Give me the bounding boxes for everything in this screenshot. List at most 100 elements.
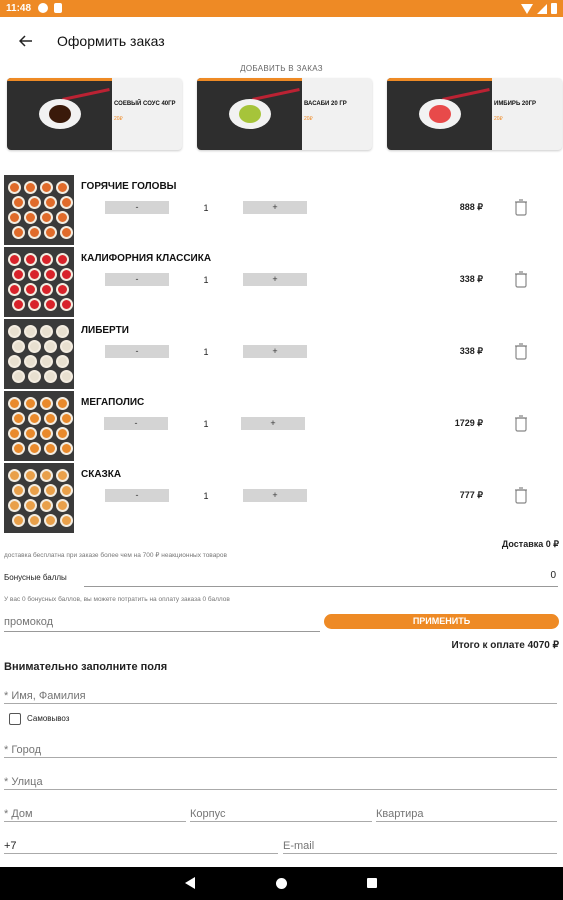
- increase-button[interactable]: +: [243, 489, 307, 502]
- sushi-roll-decor: [24, 469, 37, 482]
- bonus-note: У вас 0 бонусных баллов, вы можете потра…: [4, 596, 230, 603]
- add-to-order-caption: ДОБАВИТЬ В ЗАКАЗ: [240, 64, 323, 73]
- wifi-icon: [521, 3, 533, 14]
- signal-icon: [537, 3, 547, 14]
- cart-item: МЕГАПОЛИС - 1 + 1729 ₽: [0, 391, 563, 461]
- sushi-roll-decor: [24, 283, 37, 296]
- trash-icon[interactable]: [514, 486, 528, 504]
- decrease-button[interactable]: -: [104, 417, 168, 430]
- sushi-roll-decor: [8, 181, 21, 194]
- city-field[interactable]: [4, 738, 557, 758]
- trash-icon[interactable]: [514, 414, 528, 432]
- sushi-roll-decor: [40, 253, 53, 266]
- name-field[interactable]: [4, 684, 557, 704]
- sushi-roll-decor: [24, 253, 37, 266]
- cart-item: КАЛИФОРНИЯ КЛАССИКА - 1 + 338 ₽: [0, 247, 563, 317]
- sushi-roll-decor: [40, 499, 53, 512]
- system-nav-bar: [0, 867, 563, 900]
- sushi-roll-decor: [28, 412, 41, 425]
- sushi-roll-decor: [44, 226, 57, 239]
- sushi-roll-decor: [28, 226, 41, 239]
- trash-icon[interactable]: [514, 198, 528, 216]
- sushi-roll-decor: [40, 325, 53, 338]
- sushi-roll-decor: [44, 196, 57, 209]
- promo-code-input[interactable]: [4, 612, 320, 632]
- sushi-roll-decor: [12, 370, 25, 383]
- sushi-roll-decor: [28, 370, 41, 383]
- sushi-roll-decor: [44, 514, 57, 527]
- app-bar: Оформить заказ: [0, 17, 563, 65]
- increase-button[interactable]: +: [243, 345, 307, 358]
- sushi-roll-decor: [60, 370, 73, 383]
- increase-button[interactable]: +: [243, 201, 307, 214]
- item-name: СКАЗКА: [81, 469, 122, 480]
- apply-promo-button[interactable]: ПРИМЕНИТЬ: [324, 614, 559, 629]
- email-field[interactable]: [283, 834, 557, 854]
- sushi-roll-decor: [28, 514, 41, 527]
- addon-name: ВАСАБИ 20 ГР: [304, 101, 347, 107]
- phone-field[interactable]: [4, 834, 278, 854]
- sushi-roll-decor: [8, 499, 21, 512]
- sushi-roll-decor: [24, 181, 37, 194]
- sushi-roll-decor: [12, 196, 25, 209]
- sushi-roll-decor: [60, 514, 73, 527]
- sushi-roll-decor: [56, 355, 69, 368]
- sushi-roll-decor: [56, 253, 69, 266]
- nav-back-icon[interactable]: [185, 877, 195, 889]
- sushi-roll-decor: [40, 181, 53, 194]
- sushi-roll-decor: [24, 355, 37, 368]
- increase-button[interactable]: +: [241, 417, 305, 430]
- sushi-roll-decor: [12, 484, 25, 497]
- sushi-roll-decor: [44, 484, 57, 497]
- house-field[interactable]: [4, 802, 186, 822]
- addon-card-ginger[interactable]: ИМБИРЬ 20ГР 20₽: [387, 78, 562, 150]
- pickup-checkbox[interactable]: [9, 713, 21, 725]
- nav-recents-icon[interactable]: [367, 878, 377, 888]
- item-price: 1729 ₽: [454, 418, 483, 428]
- sushi-roll-decor: [28, 340, 41, 353]
- cart-item: ГОРЯЧИЕ ГОЛОВЫ - 1 + 888 ₽: [0, 175, 563, 245]
- sushi-roll-decor: [44, 298, 57, 311]
- addon-card-soy-sauce[interactable]: СОЕВЫЙ СОУС 40ГР 20₽: [7, 78, 182, 150]
- status-time: 11:48: [6, 3, 32, 14]
- addon-name: ИМБИРЬ 20ГР: [494, 101, 536, 107]
- sushi-roll-decor: [8, 253, 21, 266]
- addon-image: [7, 78, 112, 150]
- addon-price: 20₽: [114, 116, 123, 122]
- apartment-field[interactable]: [376, 802, 557, 822]
- product-image: [4, 391, 74, 461]
- total-to-pay: Итого к оплате 4070 ₽: [451, 640, 559, 651]
- item-name: ГОРЯЧИЕ ГОЛОВЫ: [81, 181, 177, 192]
- decrease-button[interactable]: -: [105, 345, 169, 358]
- sushi-roll-decor: [60, 412, 73, 425]
- street-field[interactable]: [4, 770, 557, 790]
- item-price: 338 ₽: [459, 346, 483, 356]
- sushi-roll-decor: [12, 226, 25, 239]
- decrease-button[interactable]: -: [105, 273, 169, 286]
- sushi-roll-decor: [40, 427, 53, 440]
- sushi-roll-decor: [40, 469, 53, 482]
- nav-home-icon[interactable]: [276, 878, 287, 889]
- sushi-roll-decor: [24, 427, 37, 440]
- sushi-roll-decor: [8, 211, 21, 224]
- building-field[interactable]: [190, 802, 372, 822]
- increase-button[interactable]: +: [243, 273, 307, 286]
- sushi-roll-decor: [8, 427, 21, 440]
- trash-icon[interactable]: [514, 342, 528, 360]
- sushi-roll-decor: [60, 340, 73, 353]
- sushi-roll-decor: [24, 499, 37, 512]
- sushi-roll-decor: [28, 268, 41, 281]
- sushi-roll-decor: [12, 514, 25, 527]
- sushi-roll-decor: [44, 268, 57, 281]
- bonus-input[interactable]: 0: [550, 570, 556, 581]
- decrease-button[interactable]: -: [105, 489, 169, 502]
- item-name: МЕГАПОЛИС: [81, 397, 145, 408]
- trash-icon[interactable]: [514, 270, 528, 288]
- item-name: КАЛИФОРНИЯ КЛАССИКА: [81, 253, 212, 264]
- sushi-roll-decor: [40, 397, 53, 410]
- form-title: Внимательно заполните поля: [4, 661, 168, 673]
- decrease-button[interactable]: -: [105, 201, 169, 214]
- sushi-roll-decor: [40, 283, 53, 296]
- arrow-back-icon[interactable]: [14, 29, 38, 53]
- addon-card-wasabi[interactable]: ВАСАБИ 20 ГР 20₽: [197, 78, 372, 150]
